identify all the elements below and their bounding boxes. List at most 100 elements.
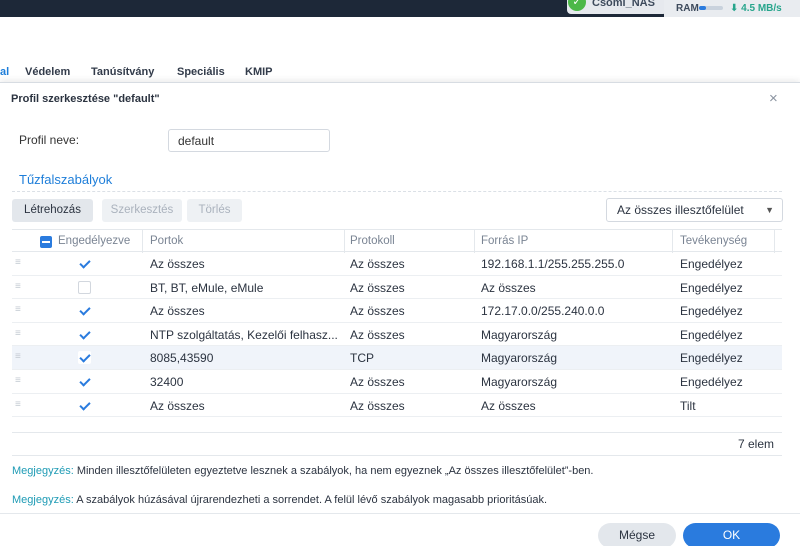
- table-row[interactable]: ≡ Az összes Az összes Az összes Tilt: [12, 394, 782, 418]
- table-bottom-border: [12, 432, 782, 433]
- cell-source-ip: Az összes: [481, 398, 536, 413]
- col-source-ip[interactable]: Forrás IP: [481, 235, 528, 247]
- drag-handle-icon[interactable]: ≡: [15, 281, 21, 292]
- row-count: 7 elem: [738, 437, 775, 451]
- table-body: ≡ Az összes Az összes 192.168.1.1/255.255.2…: [12, 252, 782, 418]
- column-divider[interactable]: [774, 230, 775, 253]
- cell-protocol: Az összes: [350, 280, 405, 295]
- enabled-checkbox[interactable]: [78, 280, 91, 294]
- drag-handle-icon[interactable]: ≡: [15, 304, 21, 315]
- table-row[interactable]: ≡ 8085,43590 TCP Magyarország Engedélyez: [12, 346, 782, 370]
- cell-ports: 8085,43590: [150, 351, 214, 366]
- cell-action: Engedélyez: [680, 351, 743, 366]
- cell-protocol: Az összes: [350, 304, 405, 319]
- column-divider[interactable]: [672, 230, 673, 253]
- enabled-checkbox[interactable]: [78, 374, 91, 388]
- cell-protocol: TCP: [350, 351, 374, 366]
- count-divider: [12, 455, 782, 456]
- tab-kmip[interactable]: KMIP: [245, 66, 273, 78]
- cell-ports: Az összes: [150, 398, 205, 413]
- drag-handle-icon[interactable]: ≡: [15, 328, 21, 339]
- cell-ports: Az összes: [150, 257, 205, 271]
- tab-protection[interactable]: Védelem: [25, 66, 70, 78]
- cell-action: Tilt: [680, 398, 696, 413]
- cell-action: Engedélyez: [680, 257, 743, 271]
- note-1-key: Megjegyzés:: [12, 465, 74, 477]
- cell-source-ip: Magyarország: [481, 327, 558, 342]
- col-protocol[interactable]: Protokoll: [350, 235, 395, 247]
- note-2-text: A szabályok húzásával újrarendezheti a s…: [73, 494, 548, 506]
- firewall-rules-title: Tűzfalszabályok: [19, 172, 113, 187]
- table-row[interactable]: ≡ 32400 Az összes Magyarország Engedélyez: [12, 370, 782, 394]
- cell-protocol: Az összes: [350, 374, 405, 389]
- section-divider: [12, 191, 782, 192]
- tab-advanced[interactable]: Speciális: [177, 66, 225, 78]
- cell-source-ip: Magyarország: [481, 374, 558, 389]
- cell-source-ip: Magyarország: [481, 351, 558, 366]
- desktop-top-bar: ✓ Csomi_NAS RAM ⬇ 4.5 MB/s: [0, 0, 800, 17]
- cell-source-ip: 192.168.1.1/255.255.255.0: [481, 257, 625, 271]
- cell-action: Engedélyez: [680, 280, 743, 295]
- table-row[interactable]: ≡ BT, BT, eMule, eMule Az összes Az összes E…: [12, 276, 782, 300]
- note-2: Megjegyzés: A szabályok húzásával újrare…: [12, 494, 547, 506]
- drag-handle-icon[interactable]: ≡: [15, 257, 21, 268]
- cell-action: Engedélyez: [680, 304, 743, 319]
- cell-protocol: Az összes: [350, 327, 405, 342]
- column-divider[interactable]: [474, 230, 475, 253]
- select-all-checkbox[interactable]: [40, 236, 52, 248]
- enabled-checkbox[interactable]: [78, 257, 91, 270]
- note-1: Megjegyzés: Minden illesztőfelületen egy…: [12, 465, 593, 477]
- col-ports[interactable]: Portok: [150, 235, 183, 247]
- tab-general[interactable]: al: [0, 66, 9, 78]
- create-button[interactable]: Létrehozás: [12, 199, 93, 222]
- edit-profile-dialog: Profil szerkesztése "default" × Profil n…: [0, 82, 800, 546]
- table-row[interactable]: ≡ Az összes Az összes 172.17.0.0/255.240.0.…: [12, 299, 782, 323]
- profile-name-input[interactable]: [168, 129, 330, 152]
- footer-divider: [0, 513, 800, 514]
- drag-handle-icon[interactable]: ≡: [15, 399, 21, 410]
- note-2-key: Megjegyzés:: [12, 494, 74, 506]
- profile-name-label: Profil neve:: [19, 133, 80, 147]
- security-tabs: al Védelem Tanúsítvány Speciális KMIP: [0, 60, 800, 82]
- interface-select[interactable]: Az összes illesztőfelület ▼: [606, 198, 783, 222]
- nas-name: Csomi_NAS: [592, 0, 655, 9]
- cell-ports: Az összes: [150, 304, 205, 319]
- chevron-down-icon: ▼: [765, 205, 774, 215]
- edit-button[interactable]: Szerkesztés: [102, 199, 182, 222]
- cell-action: Engedélyez: [680, 327, 743, 342]
- cell-ports: 32400: [150, 374, 184, 389]
- close-icon[interactable]: ×: [769, 90, 778, 107]
- cancel-button[interactable]: Mégse: [598, 523, 676, 546]
- drag-handle-icon[interactable]: ≡: [15, 375, 21, 386]
- column-divider[interactable]: [344, 230, 345, 253]
- tab-certificate[interactable]: Tanúsítvány: [91, 66, 154, 78]
- table-header: Engedélyezve Portok Protokoll Forrás IP …: [12, 229, 782, 253]
- col-enabled[interactable]: Engedélyezve: [58, 235, 130, 247]
- cell-ports: BT, BT, eMule, eMule: [150, 280, 264, 295]
- ram-label: RAM: [676, 3, 699, 14]
- enabled-checkbox[interactable]: [78, 304, 91, 318]
- note-1-text: Minden illesztőfelületen egyeztetve lesz…: [73, 465, 594, 477]
- ok-button[interactable]: OK: [683, 523, 780, 546]
- enabled-checkbox[interactable]: [78, 351, 91, 365]
- cell-ports: NTP szolgáltatás, Kezelői felhasz...: [150, 327, 338, 342]
- ram-usage-bar: [699, 6, 723, 10]
- dialog-title: Profil szerkesztése "default": [11, 93, 160, 105]
- cell-action: Engedélyez: [680, 374, 743, 389]
- cell-protocol: Az összes: [350, 257, 405, 271]
- cell-protocol: Az összes: [350, 398, 405, 413]
- drag-handle-icon[interactable]: ≡: [15, 351, 21, 362]
- firewall-rules-table: Engedélyezve Portok Protokoll Forrás IP …: [12, 229, 782, 418]
- col-action[interactable]: Tevékenység: [680, 235, 747, 247]
- column-divider[interactable]: [142, 230, 143, 253]
- enabled-checkbox[interactable]: [78, 398, 91, 412]
- cell-source-ip: 172.17.0.0/255.240.0.0: [481, 304, 605, 319]
- cell-source-ip: Az összes: [481, 280, 536, 295]
- download-speed: ⬇ 4.5 MB/s: [730, 3, 782, 14]
- table-row[interactable]: ≡ Az összes Az összes 192.168.1.1/255.255.2…: [12, 252, 782, 276]
- interface-select-value: Az összes illesztőfelület: [617, 203, 744, 217]
- delete-button[interactable]: Törlés: [187, 199, 242, 222]
- ram-usage-fill: [699, 6, 707, 10]
- table-row[interactable]: ≡ NTP szolgáltatás, Kezelői felhasz... Az …: [12, 323, 782, 347]
- enabled-checkbox[interactable]: [78, 327, 91, 341]
